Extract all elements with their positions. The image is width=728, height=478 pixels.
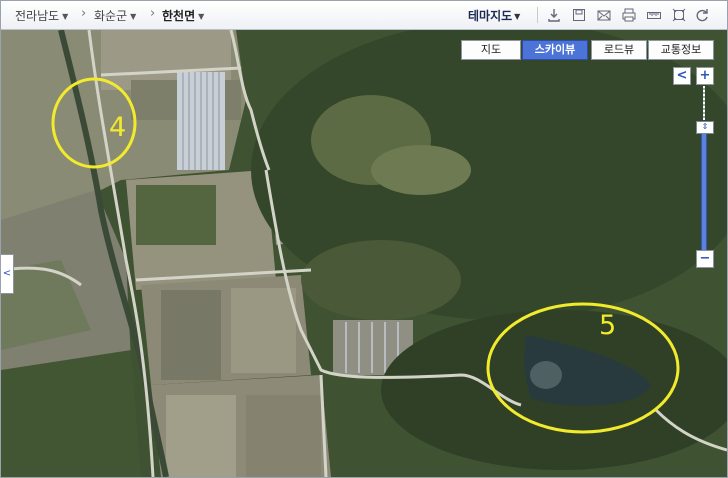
view-traffic-button[interactable]: 교통정보 <box>648 40 714 60</box>
fullscreen-icon[interactable] <box>671 7 687 23</box>
zoom-out-button[interactable]: − <box>696 250 714 268</box>
breadcrumb-county[interactable]: 화순군 ▼ <box>94 7 136 24</box>
zoom-slider-handle[interactable]: ⇕ <box>696 121 714 134</box>
refresh-icon[interactable] <box>694 7 710 23</box>
zoom-slider-ticks <box>703 86 705 120</box>
view-roadview-button[interactable]: 로드뷰 <box>591 40 647 60</box>
toolbar-divider <box>537 7 538 23</box>
dropdown-arrow-icon: ▼ <box>514 12 521 21</box>
marker-5-label: 5 <box>599 310 617 341</box>
zoom-prev-button[interactable]: < <box>673 67 691 85</box>
breadcrumb-province[interactable]: 전라남도 ▼ <box>15 7 68 24</box>
breadcrumb-town[interactable]: 한천면 ▼ <box>162 7 204 24</box>
save-icon[interactable] <box>571 7 587 23</box>
zoom-slider-fill <box>701 130 707 250</box>
dropdown-arrow-icon: ▼ <box>130 12 137 21</box>
dropdown-arrow-icon: ▼ <box>198 12 205 21</box>
ruler-icon[interactable] <box>646 7 662 23</box>
zoom-in-button[interactable]: + <box>696 67 714 85</box>
satellite-map-area[interactable]: 4 5 지도 스카이뷰 로드뷰 교통정보 < + ⇕ − < <box>1 30 727 477</box>
side-panel-toggle[interactable]: < <box>1 254 14 294</box>
view-skyview-button[interactable]: 스카이뷰 <box>522 40 588 60</box>
print-icon[interactable] <box>621 7 637 23</box>
dropdown-arrow-icon: ▼ <box>62 12 69 21</box>
breadcrumb-separator-icon: › <box>150 6 156 21</box>
view-map-button[interactable]: 지도 <box>461 40 521 60</box>
theme-map-dropdown[interactable]: 테마지도 ▼ <box>468 7 520 24</box>
zoom-slider-track[interactable] <box>701 86 707 250</box>
marker-4-label: 4 <box>109 112 127 143</box>
map-toolbar: 전라남도 ▼ › 화순군 ▼ › 한천면 ▼ 테마지도 ▼ <box>1 1 727 30</box>
breadcrumb-separator-icon: › <box>81 6 87 21</box>
mail-icon[interactable] <box>596 7 612 23</box>
satellite-imagery <box>1 30 727 477</box>
download-icon[interactable] <box>546 7 562 23</box>
map-viewer: 전라남도 ▼ › 화순군 ▼ › 한천면 ▼ 테마지도 ▼ 4 5 지도 스카이… <box>0 0 728 478</box>
